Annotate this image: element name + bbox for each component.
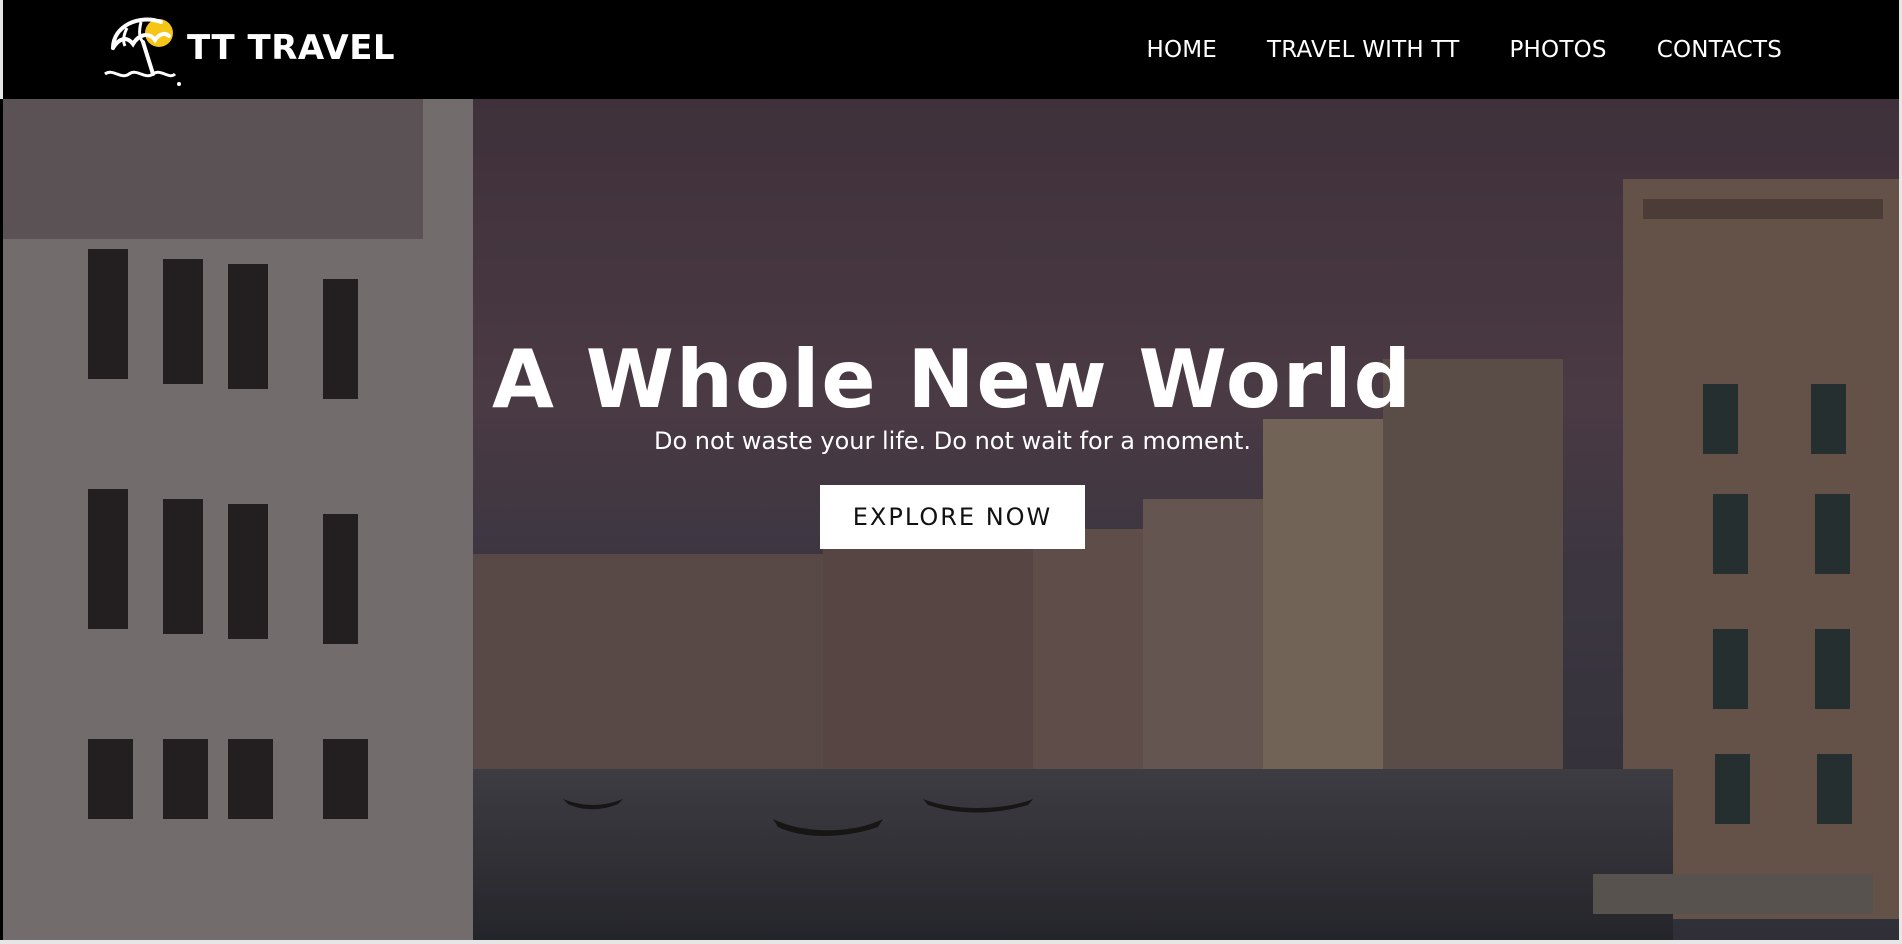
nav-item-travel-with-tt[interactable]: TRAVEL WITH TT (1267, 37, 1459, 63)
hero-section: A Whole New World Do not waste your life… (3, 99, 1902, 944)
navbar: TT TRAVEL HOME TRAVEL WITH TT PHOTOS CON… (0, 0, 1902, 99)
main-nav: HOME TRAVEL WITH TT PHOTOS CONTACTS (1096, 0, 1782, 99)
beach-umbrella-icon (104, 17, 181, 86)
nav-item-home[interactable]: HOME (1146, 37, 1217, 63)
page-border-bottom (0, 940, 1902, 944)
hero-subtitle: Do not waste your life. Do not wait for … (654, 427, 1251, 455)
explore-now-button[interactable]: EXPLORE NOW (820, 485, 1085, 549)
hero-title: A Whole New World (492, 333, 1413, 426)
brand-name: TT TRAVEL (187, 28, 396, 68)
hero-content: A Whole New World Do not waste your life… (3, 335, 1902, 549)
nav-item-contacts[interactable]: CONTACTS (1657, 37, 1782, 63)
nav-item-photos[interactable]: PHOTOS (1509, 37, 1606, 63)
brand[interactable]: TT TRAVEL (99, 8, 395, 88)
